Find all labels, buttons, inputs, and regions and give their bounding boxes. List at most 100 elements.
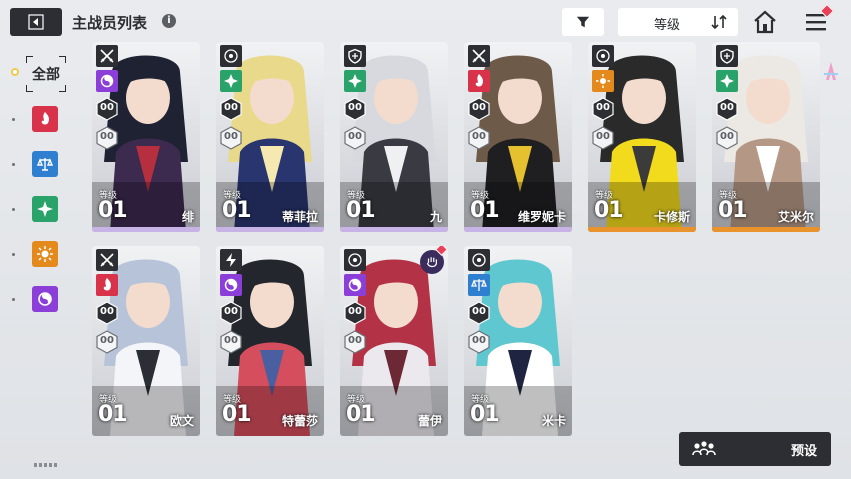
character-card[interactable]: 00 00 等级 01 维罗妮卡 [464,42,572,232]
sidebar-dot [12,253,15,256]
target-class-icon [592,45,614,67]
rank-hex-dark: 00 [467,97,491,121]
character-card[interactable]: 00 00 等级 01 艾米尔 [712,42,820,232]
wind-element-icon [344,70,366,92]
rank-hex-dark: 00 [95,301,119,325]
filter-balance-element[interactable] [32,151,58,177]
filter-sun-element[interactable] [32,241,58,267]
rank-hex-light: 00 [95,330,119,354]
level-value: 01 [470,402,500,427]
character-name: 蕾伊 [417,414,442,428]
rank-value: 00 [348,102,362,113]
rarity-bar [92,227,200,232]
sidebar-dot [12,208,15,211]
burn-icon [41,112,49,125]
character-name: 维罗妮卡 [517,210,566,224]
level-value: 01 [346,402,376,427]
character-card[interactable]: 00 00 等级 01 卡修斯 [588,42,696,232]
character-card[interactable]: 00 00 等级 01 欧文 [92,246,200,436]
rank-hex-light: 00 [715,126,739,150]
info-icon[interactable]: i [162,14,176,28]
character-card[interactable]: 00 00 等级 01 九 [340,42,448,232]
sort-dropdown[interactable]: 等级 [618,8,738,36]
rank-hex-light: 00 [467,330,491,354]
sun-icon [37,246,53,262]
filter-all-label: 全部 [32,67,60,83]
void-element-icon [344,274,366,296]
character-card[interactable]: 00 00 等级 01 蒂菲拉 [216,42,324,232]
rank-hex-dark: 00 [343,97,367,121]
page-indicator [34,463,57,467]
character-name: 蒂菲拉 [281,210,318,224]
rank-value: 00 [720,131,734,142]
rarity-bar [340,227,448,232]
filter-button[interactable] [562,8,604,36]
void-element-icon [96,70,118,92]
level-value: 01 [98,198,128,223]
rank-hex-dark: 00 [219,97,243,121]
rank-value: 00 [472,306,486,317]
shield-class-icon [344,45,366,67]
rarity-bar [588,227,696,232]
logo-icon [824,62,838,80]
rank-value: 00 [472,335,486,346]
wind-element-icon [716,70,738,92]
rank-value: 00 [472,131,486,142]
character-card[interactable]: 00 00 等级 01 特蕾莎 [216,246,324,436]
filter-all-tab[interactable]: 全部 [26,56,66,92]
shield-class-icon [716,45,738,67]
burn-element-icon [96,274,118,296]
filter-wind-element[interactable] [32,196,58,222]
character-card[interactable]: 00 00 等级 01 米卡 [464,246,572,436]
rank-value: 00 [720,102,734,113]
target-class-icon [220,45,242,67]
level-value: 01 [594,198,624,223]
character-name: 卡修斯 [653,210,690,224]
rarity-bar [464,227,572,232]
rank-value: 00 [348,335,362,346]
rank-value: 00 [224,306,238,317]
sidebar-dot [12,118,15,121]
filter-burn-element[interactable] [32,106,58,132]
character-name: 特蕾莎 [281,414,318,428]
preset-button[interactable]: 预设 [679,432,831,466]
rank-value: 00 [224,131,238,142]
rank-hex-light: 00 [467,126,491,150]
wind-icon [37,201,53,217]
rank-value: 00 [100,102,114,113]
rank-value: 00 [596,102,610,113]
rank-hex-light: 00 [591,126,615,150]
rank-value: 00 [348,131,362,142]
filter-void-element[interactable] [32,286,58,312]
page-title: 主战员列表 [72,14,148,32]
sort-label: 等级 [654,18,681,33]
rank-hex-dark: 00 [343,301,367,325]
rank-hex-dark: 00 [219,301,243,325]
rank-hex-dark: 00 [467,301,491,325]
preset-label: 预设 [790,444,817,459]
bolt-class-icon [220,249,242,271]
target-class-icon [344,249,366,271]
sword-class-icon [96,45,118,67]
rank-value: 00 [224,335,238,346]
rank-hex-dark: 00 [591,97,615,121]
sun-element-icon [592,70,614,92]
rank-value: 00 [348,306,362,317]
void-element-icon [220,274,242,296]
sort-order-icon[interactable] [710,14,728,30]
sword-class-icon [96,249,118,271]
rank-value: 00 [472,102,486,113]
back-button[interactable] [10,8,62,36]
scale-icon [36,158,54,171]
rarity-bar [216,227,324,232]
character-name: 欧文 [169,414,194,428]
team-icon [692,441,716,456]
balance-element-icon [468,274,490,296]
back-arrow-icon [28,14,44,30]
character-card[interactable]: 00 00 等级 01 绯 [92,42,200,232]
rank-value: 00 [100,335,114,346]
home-icon[interactable] [752,9,778,35]
sidebar-dot [12,163,15,166]
character-card[interactable]: 00 00 等级 01 蕾伊 [340,246,448,436]
rank-value: 00 [100,131,114,142]
